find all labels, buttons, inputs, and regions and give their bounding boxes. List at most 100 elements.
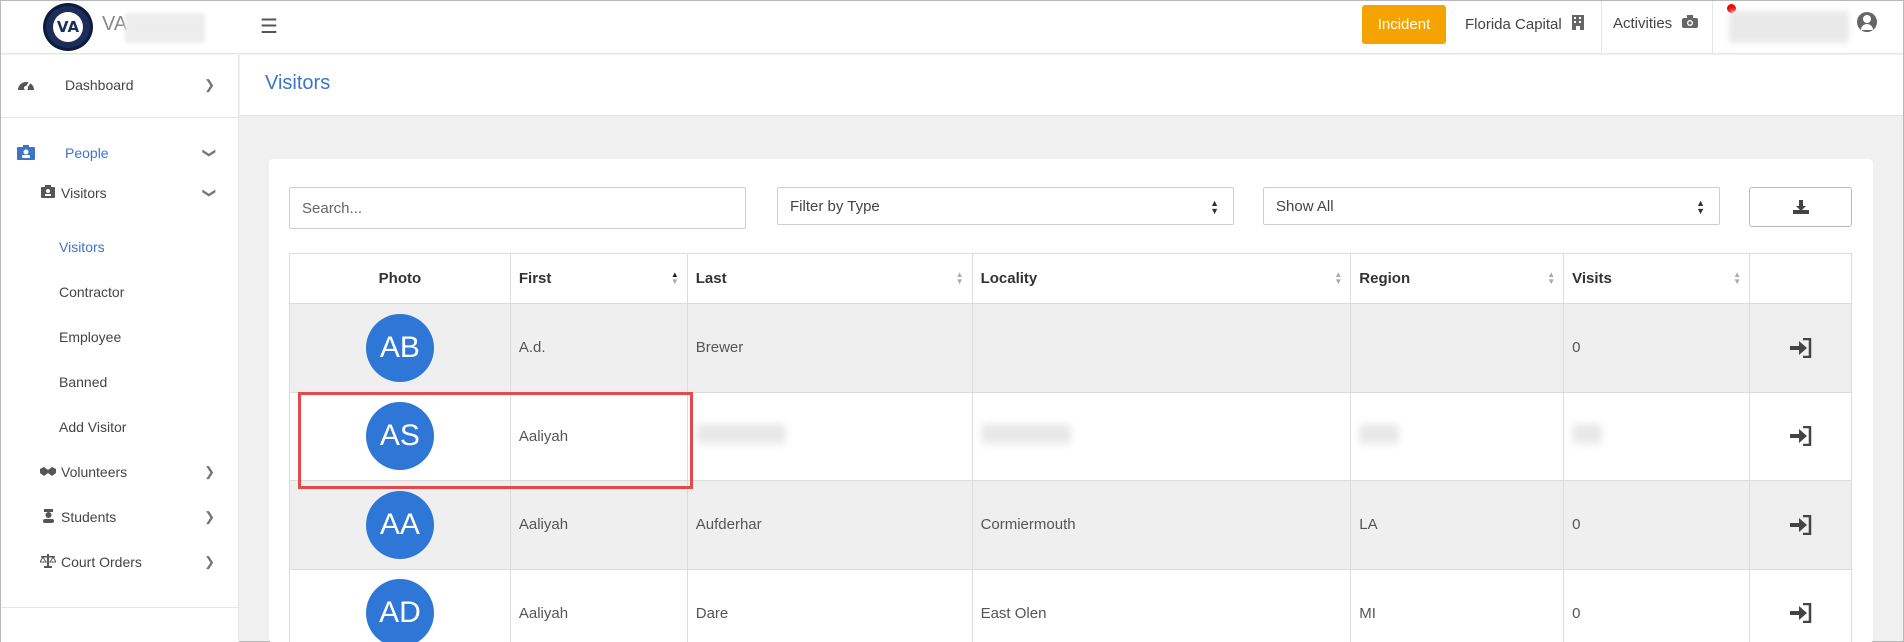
sign-in-icon[interactable] bbox=[1758, 337, 1843, 358]
column-header-label: Locality bbox=[980, 270, 1038, 287]
search-input[interactable] bbox=[289, 187, 746, 229]
column-header-first[interactable]: First ▲ ▼ bbox=[509, 253, 688, 304]
chevron-down-icon: ❯ bbox=[202, 147, 218, 159]
chevron-right-icon: ❯ bbox=[204, 464, 215, 479]
sidebar-label: Add Visitor bbox=[59, 419, 127, 435]
top-bar: VA VA ☰ Incident Florida Capital Activit… bbox=[1, 1, 1903, 54]
cell-region: LA bbox=[1350, 480, 1565, 570]
sort-icon: ▲ ▼ bbox=[1547, 270, 1556, 286]
user-name-redacted[interactable] bbox=[1729, 11, 1849, 43]
cell-locality bbox=[971, 391, 1352, 481]
redacted-value bbox=[695, 424, 786, 445]
sidebar-item-students[interactable]: Students ❯ bbox=[1, 502, 239, 532]
sidebar-item-court-orders[interactable]: Court Orders ❯ bbox=[1, 547, 239, 577]
sidebar-divider bbox=[1, 607, 239, 608]
sidebar-item-visitors-group[interactable]: Visitors ❯ bbox=[1, 175, 239, 211]
brand-name: VA bbox=[102, 13, 128, 35]
cell-locality bbox=[971, 303, 1352, 393]
cell-first: Aaliyah bbox=[509, 480, 688, 570]
sign-in-icon[interactable] bbox=[1758, 514, 1843, 535]
incident-button[interactable]: Incident bbox=[1362, 5, 1446, 44]
sidebar-item-people[interactable]: People ❯ bbox=[1, 131, 239, 175]
sidebar-label: Students bbox=[61, 509, 117, 525]
cell-region bbox=[1350, 391, 1565, 481]
sort-icon: ▲ ▼ bbox=[1334, 270, 1343, 286]
table-row[interactable]: AA Aaliyah Aufderhar Cormiermouth LA 0 bbox=[289, 480, 1852, 570]
activities-menu[interactable]: Activities bbox=[1613, 15, 1699, 32]
column-header-visits[interactable]: Visits ▲ ▼ bbox=[1563, 253, 1750, 304]
hamburger-menu-icon[interactable]: ☰ bbox=[260, 14, 278, 39]
column-header-locality[interactable]: Locality ▲ ▼ bbox=[971, 253, 1352, 304]
select-arrows-icon: ▲ ▼ bbox=[1210, 198, 1219, 216]
table-row[interactable]: AB A.d. Brewer 0 bbox=[289, 303, 1852, 393]
sidebar-label: Contractor bbox=[59, 284, 125, 300]
download-icon bbox=[1792, 200, 1809, 214]
table-row[interactable]: AS Aaliyah bbox=[289, 391, 1852, 481]
cell-first: Aaliyah bbox=[509, 391, 688, 481]
app-logo[interactable]: VA bbox=[43, 3, 93, 51]
sidebar-item-visitors[interactable]: Visitors bbox=[1, 232, 239, 262]
sidebar-item-add-visitor[interactable]: Add Visitor bbox=[1, 412, 239, 442]
filter-type-value: Filter by Type bbox=[790, 197, 880, 215]
sidebar-label: Volunteers bbox=[61, 464, 128, 480]
sidebar-divider bbox=[1, 117, 239, 118]
handshake-icon bbox=[39, 464, 57, 480]
sort-icon: ▲ ▼ bbox=[1733, 270, 1741, 286]
column-header-label: First bbox=[518, 270, 552, 287]
sidebar-label: Court Orders bbox=[61, 554, 142, 570]
logo-mark-icon: VA bbox=[53, 12, 83, 42]
camera-icon bbox=[1682, 15, 1699, 32]
cell-last bbox=[686, 391, 973, 481]
cell-region: MI bbox=[1350, 568, 1565, 642]
sidebar-label: People bbox=[65, 145, 109, 161]
cell-region bbox=[1350, 303, 1565, 393]
location-label: Florida Capital bbox=[1465, 16, 1562, 33]
show-filter-select[interactable]: Show All ▲ ▼ bbox=[1263, 187, 1720, 225]
visitor-badge-icon bbox=[39, 185, 57, 201]
chevron-right-icon: ❯ bbox=[204, 77, 215, 92]
cell-visits: 0 bbox=[1563, 303, 1750, 393]
avatar: AA bbox=[365, 490, 434, 559]
chevron-down-icon: ❯ bbox=[202, 187, 218, 199]
column-header-region[interactable]: Region ▲ ▼ bbox=[1350, 253, 1565, 304]
sign-in-icon[interactable] bbox=[1758, 603, 1843, 624]
sidebar-label: Dashboard bbox=[65, 77, 134, 93]
cell-visits: 0 bbox=[1563, 480, 1750, 570]
filter-type-select[interactable]: Filter by Type ▲ ▼ bbox=[777, 187, 1234, 225]
student-icon bbox=[39, 509, 57, 525]
redacted-value bbox=[980, 424, 1071, 445]
location-selector[interactable]: Florida Capital bbox=[1465, 15, 1584, 34]
sidebar-item-employee[interactable]: Employee bbox=[1, 322, 239, 352]
sign-in-icon[interactable] bbox=[1758, 426, 1843, 447]
cell-locality: Cormiermouth bbox=[971, 480, 1352, 570]
chevron-right-icon: ❯ bbox=[204, 509, 215, 524]
column-header-label: Region bbox=[1359, 270, 1411, 287]
dashboard-gauge-icon bbox=[17, 77, 35, 93]
table-header-row: Photo First ▲ ▼ Last ▲ ▼ Locality ▲ ▼ Regio… bbox=[289, 253, 1852, 304]
select-arrows-icon: ▲ ▼ bbox=[1696, 198, 1705, 216]
balance-scale-icon bbox=[39, 554, 57, 570]
redacted-value bbox=[1572, 424, 1603, 445]
sidebar-item-contractor[interactable]: Contractor bbox=[1, 277, 239, 307]
page-header: Visitors bbox=[240, 55, 1903, 116]
cell-last: Dare bbox=[686, 568, 973, 642]
sidebar-item-volunteers[interactable]: Volunteers ❯ bbox=[1, 457, 239, 487]
sidebar-label: Visitors bbox=[61, 185, 107, 201]
show-filter-value: Show All bbox=[1276, 197, 1334, 215]
column-header-last[interactable]: Last ▲ ▼ bbox=[686, 253, 973, 304]
sidebar-item-dashboard[interactable]: Dashboard ❯ bbox=[1, 63, 239, 107]
building-icon bbox=[1571, 15, 1584, 34]
top-divider bbox=[1712, 1, 1713, 54]
cell-visits: 0 bbox=[1563, 568, 1750, 642]
download-button[interactable] bbox=[1749, 187, 1852, 227]
avatar: AD bbox=[365, 579, 434, 642]
sidebar-item-banned[interactable]: Banned bbox=[1, 367, 239, 397]
column-header-label: Visits bbox=[1572, 270, 1612, 287]
activities-label: Activities bbox=[1613, 15, 1673, 32]
user-account-icon[interactable] bbox=[1857, 12, 1877, 32]
cell-first: Aaliyah bbox=[509, 568, 688, 642]
sidebar: Dashboard ❯ People ❯ Visitors ❯ Visitors… bbox=[1, 55, 239, 642]
avatar: AS bbox=[365, 402, 434, 471]
table-row[interactable]: AD Aaliyah Dare East Olen MI 0 bbox=[289, 568, 1852, 642]
cell-last: Brewer bbox=[686, 303, 973, 393]
